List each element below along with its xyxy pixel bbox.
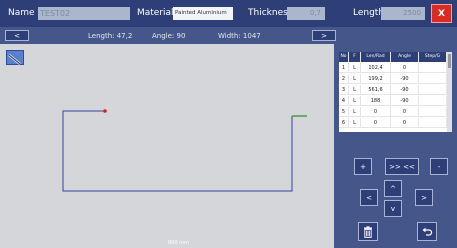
profile-width-text: Width: 1047	[218, 32, 261, 40]
column-header: No	[339, 52, 349, 62]
thickness-field[interactable]: 0,7	[287, 7, 325, 20]
table-row[interactable]: 2 L 199,2 -90	[339, 74, 447, 84]
cell-angle: -90	[391, 85, 419, 95]
swap-button[interactable]: >> <<	[385, 158, 419, 175]
column-header: Angle	[391, 52, 419, 62]
cell-len: 0	[361, 118, 391, 128]
move-right-button[interactable]: >	[415, 189, 433, 206]
length-label: Length	[353, 8, 385, 18]
profile-drawing	[62, 109, 307, 192]
previous-segment-button[interactable]: <	[5, 30, 29, 41]
segment-angle-text: Angle: 90	[152, 32, 186, 40]
next-segment-button[interactable]: >	[312, 30, 336, 41]
add-segment-button[interactable]: +	[354, 158, 372, 175]
close-button[interactable]: X	[431, 4, 452, 23]
cell-f: L	[349, 96, 361, 106]
name-field[interactable]: TEST02	[38, 7, 130, 20]
name-label: Name	[8, 8, 35, 18]
column-header: Len/Rad	[361, 52, 391, 62]
cell-no: 3	[339, 85, 349, 95]
segment-length-text: Length: 47,2	[88, 32, 133, 40]
cell-no: 2	[339, 74, 349, 84]
thickness-label: Thickness	[248, 8, 293, 18]
profile-start-marker	[103, 109, 107, 113]
scrollbar-thumb[interactable]	[448, 54, 451, 68]
cell-step	[419, 74, 447, 84]
right-panel: No F Len/Rad Angle Step/G 1 L 102,4 0 2 …	[334, 44, 457, 248]
material-label: Material	[137, 8, 174, 18]
cell-step	[419, 107, 447, 117]
column-header: F	[349, 52, 361, 62]
table-row[interactable]: 4 L 188 -90	[339, 96, 447, 106]
cell-angle: 0	[391, 107, 419, 117]
cell-step	[419, 96, 447, 106]
cell-f: L	[349, 63, 361, 73]
table-row[interactable]: 5 L 0 0	[339, 107, 447, 117]
column-header: Step/G	[419, 52, 447, 62]
cell-f: L	[349, 118, 361, 128]
cell-no: 6	[339, 118, 349, 128]
table-row[interactable]: 1 L 102,4 0	[339, 63, 447, 73]
cell-no: 1	[339, 63, 349, 73]
undo-button[interactable]	[417, 222, 437, 241]
table-row[interactable]: 6 L 0 0	[339, 118, 447, 128]
cell-no: 4	[339, 96, 349, 106]
move-up-button[interactable]: ^	[384, 180, 402, 197]
table-header: No F Len/Rad Angle Step/G	[339, 52, 447, 62]
info-bar: < Length: 47,2 Angle: 90 Width: 1047 >	[0, 27, 457, 44]
cell-len: 0	[361, 107, 391, 117]
cell-step	[419, 118, 447, 128]
cell-f: L	[349, 107, 361, 117]
cell-len: 561,6	[361, 85, 391, 95]
profile-line	[62, 110, 293, 192]
cell-len: 188	[361, 96, 391, 106]
cell-angle: 0	[391, 63, 419, 73]
cell-angle: 0	[391, 118, 419, 128]
cell-no: 5	[339, 107, 349, 117]
drawing-canvas[interactable]: 800 mm	[0, 44, 334, 248]
table-scrollbar[interactable]	[447, 52, 452, 132]
segment-table: No F Len/Rad Angle Step/G 1 L 102,4 0 2 …	[339, 52, 447, 132]
length-field[interactable]: 2500	[381, 7, 425, 20]
scale-label: 800 mm	[168, 240, 189, 246]
delete-button[interactable]	[358, 222, 378, 241]
cell-f: L	[349, 74, 361, 84]
cell-angle: -90	[391, 74, 419, 84]
top-bar: Name TEST02 Material Painted Aluminium T…	[0, 0, 457, 27]
move-down-button[interactable]: v	[384, 200, 402, 217]
move-left-button[interactable]: <	[360, 189, 378, 206]
cell-len: 199,2	[361, 74, 391, 84]
undo-icon	[422, 227, 433, 236]
table-row[interactable]: 3 L 561,6 -90	[339, 85, 447, 95]
trash-icon	[364, 225, 372, 238]
cell-f: L	[349, 85, 361, 95]
material-select[interactable]: Painted Aluminium	[173, 7, 233, 20]
cell-step	[419, 85, 447, 95]
cell-angle: -90	[391, 96, 419, 106]
remove-segment-button[interactable]: -	[430, 158, 448, 175]
cell-step	[419, 63, 447, 73]
cell-len: 102,4	[361, 63, 391, 73]
